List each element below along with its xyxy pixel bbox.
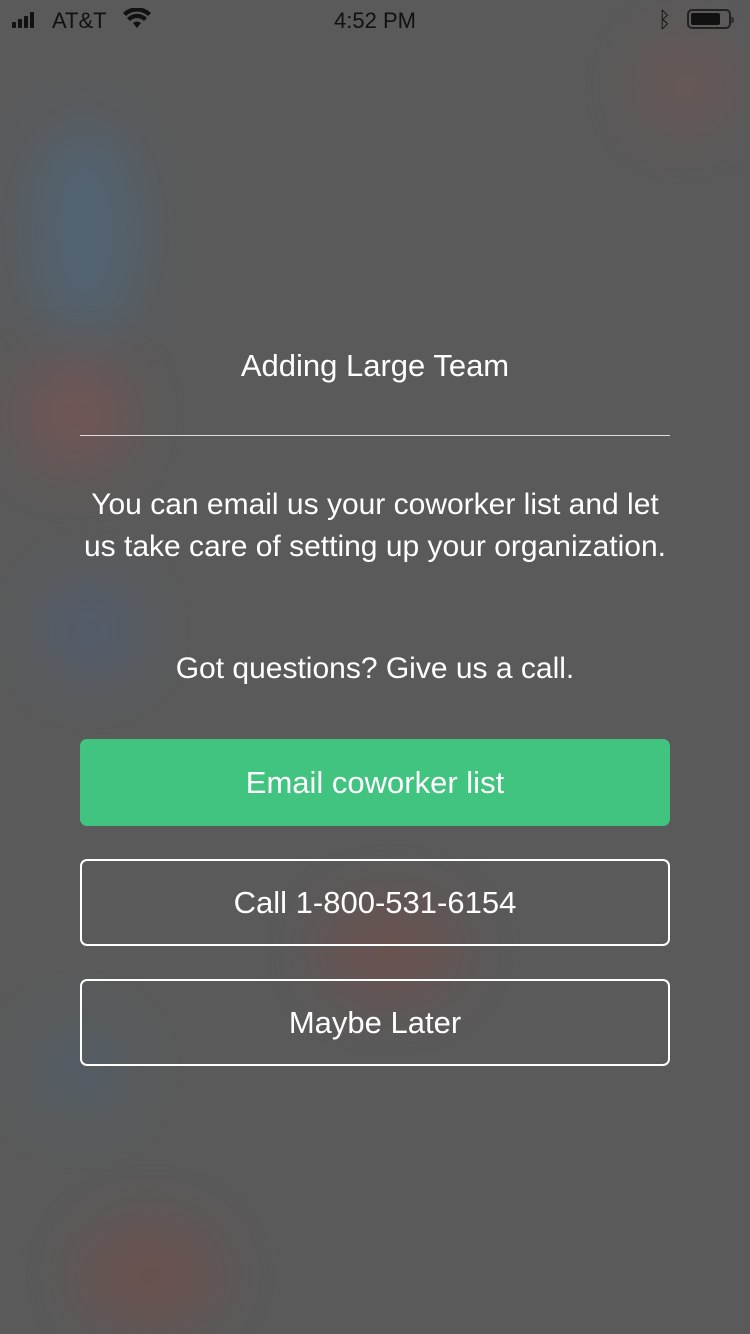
clock: 4:52 PM bbox=[334, 8, 416, 33]
dialog-title: Adding Large Team bbox=[240, 348, 510, 383]
call-button[interactable]: Call 1-800-531-6154 bbox=[80, 859, 670, 946]
dialog-message: You can email us your coworker list and … bbox=[83, 488, 666, 563]
divider bbox=[80, 435, 670, 436]
email-coworker-list-button[interactable]: Email coworker list bbox=[80, 739, 670, 826]
background-blur bbox=[30, 120, 140, 340]
maybe-later-button[interactable]: Maybe Later bbox=[80, 979, 670, 1066]
battery-icon bbox=[687, 9, 734, 29]
dialog-question: Got questions? Give us a call. bbox=[175, 652, 575, 685]
background-blur bbox=[80, 1220, 220, 1330]
background-blur bbox=[640, 40, 730, 130]
status-bar: AT&T 4:52 PM ᛒ bbox=[0, 0, 750, 40]
bluetooth-icon: ᛒ bbox=[658, 7, 672, 32]
